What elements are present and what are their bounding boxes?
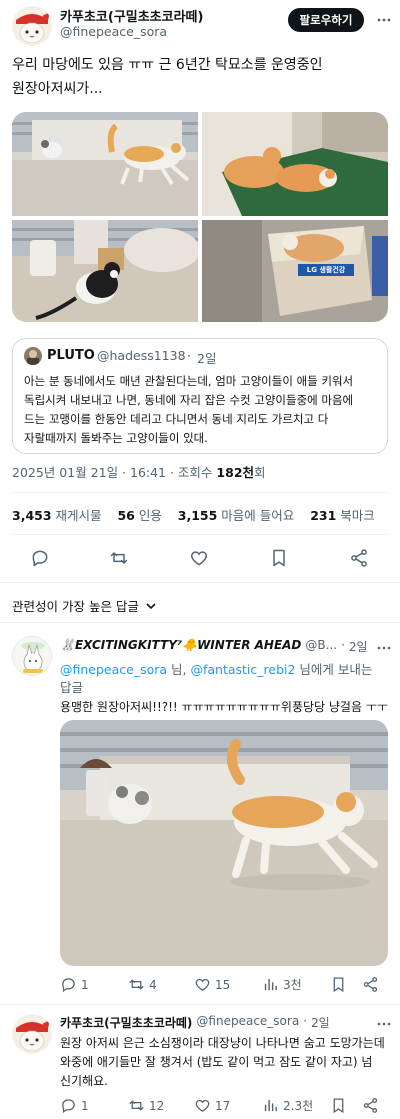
quote-text-line: 아는 분 동네에서도 매년 관찰된다는데, 엄마 고양이들이 애들 키워서 bbox=[24, 374, 354, 388]
author-name[interactable]: 카푸초코(구밀초초코라떼) bbox=[60, 6, 203, 25]
quote-tweet-card[interactable]: PLUTO @hadess1138 · 2일 아는 분 동네에서도 매년 관찰된… bbox=[12, 338, 388, 454]
reply2-avatar[interactable] bbox=[12, 1014, 52, 1054]
photo-cat-walking[interactable] bbox=[12, 112, 198, 216]
reply-icon bbox=[60, 976, 77, 993]
reply2-header: 카푸초코(구밀초초코라떼) @finepeace_sora · 2일 bbox=[60, 1014, 330, 1031]
photo-bw-cat[interactable] bbox=[12, 220, 198, 322]
reply2-separator: · bbox=[303, 1014, 308, 1028]
stat-reposts[interactable]: 3,453 재게시물 bbox=[12, 508, 102, 523]
reply2-retweet-action[interactable]: 12 bbox=[128, 1097, 164, 1114]
quote-text-line: 독립시켜 내보내고 나면, 동네에 자리 잡은 수컷 고양이들중에 마음에 bbox=[24, 393, 354, 407]
reply-icon[interactable] bbox=[30, 548, 50, 568]
view-count: 182천 bbox=[216, 465, 255, 480]
reply1-time: 2일 bbox=[348, 640, 368, 654]
reply1-author-handle[interactable]: @B... bbox=[305, 638, 337, 655]
reply2-reply-action[interactable]: 1 bbox=[60, 1097, 89, 1114]
reply1-more-icon[interactable] bbox=[376, 640, 392, 656]
views-chart-icon bbox=[262, 976, 279, 993]
reply1-replying-to: @finepeace_sora 님, @fantastic_rebi2 님에게 … bbox=[60, 662, 373, 677]
quote-avatar bbox=[24, 347, 42, 365]
reply-icon bbox=[60, 1097, 77, 1114]
reply1-mention-1[interactable]: @finepeace_sora bbox=[60, 662, 167, 677]
reply1-avatar[interactable] bbox=[12, 636, 52, 676]
reply2-bookmark-icon[interactable] bbox=[330, 1097, 347, 1114]
stat-likes[interactable]: 3,155 마음에 들어요 bbox=[178, 508, 295, 523]
timestamp-text: 2025년 01월 21일 · 16:41 · 조회수 bbox=[12, 465, 213, 480]
retweet-icon[interactable] bbox=[109, 548, 129, 568]
reply2-text-line: 신기해요. bbox=[60, 1074, 108, 1088]
reply1-like-action[interactable]: 15 bbox=[194, 976, 230, 993]
quote-author-name: PLUTO bbox=[47, 348, 95, 363]
reply1-views-action[interactable]: 3천 bbox=[262, 976, 302, 993]
quote-separator: · bbox=[187, 348, 191, 363]
bookmark-icon[interactable] bbox=[269, 548, 289, 568]
tweet-text-line-2: 원장아저씨가... bbox=[12, 81, 103, 97]
stat-bookmarks[interactable]: 231 북마크 bbox=[310, 508, 375, 523]
retweet-icon bbox=[128, 976, 145, 993]
divider bbox=[12, 492, 388, 493]
divider bbox=[0, 1004, 400, 1005]
stats-row: 3,453 재게시물 56 인용 3,155 마음에 들어요 231 북마크 bbox=[12, 505, 375, 524]
reply2-time: 2일 bbox=[311, 1016, 330, 1030]
reply2-share-icon[interactable] bbox=[362, 1097, 379, 1114]
views-chart-icon bbox=[262, 1097, 279, 1114]
retweet-icon bbox=[128, 1097, 145, 1114]
reply2-like-action[interactable]: 17 bbox=[194, 1097, 230, 1114]
photo-cats-on-mat[interactable] bbox=[202, 112, 388, 216]
like-icon[interactable] bbox=[189, 548, 209, 568]
reply2-text-line: 원장 아저씨 은근 소심쟁이라 대장냥이 나타나면 숨고 도망가는데 bbox=[60, 1036, 385, 1050]
reply1-reply-action[interactable]: 1 bbox=[60, 976, 89, 993]
photo-grid: LG 생활건강 bbox=[12, 112, 388, 322]
reply1-author-name[interactable]: 🐰EXCITINGKITTY⁷🐥WINTER AHEAD bbox=[60, 638, 301, 655]
reply-sort-label: 관련성이 가장 높은 답글 bbox=[12, 599, 139, 614]
follow-button[interactable]: 팔로우하기 bbox=[288, 8, 364, 32]
stat-quotes[interactable]: 56 인용 bbox=[117, 508, 161, 523]
divider bbox=[12, 534, 388, 535]
quote-text-line: 드는 꼬맹이를 한동안 데리고 다니면서 동네 지리도 가르치고 다 bbox=[24, 412, 329, 426]
chevron-down-icon bbox=[145, 600, 157, 612]
reply2-views-action[interactable]: 2.3천 bbox=[262, 1097, 313, 1114]
like-icon bbox=[194, 976, 211, 993]
reply1-bookmark-icon[interactable] bbox=[330, 976, 347, 993]
view-suffix: 회 bbox=[254, 465, 266, 480]
reply1-text: 용맹한 원장아저씨!!?!! ㅠㅠㅠㅠㅠㅠㅠㅠㅠ위풍당당 냥걸음 ㅜㅜ bbox=[60, 700, 388, 714]
reply2-more-icon[interactable] bbox=[376, 1016, 392, 1032]
reply1-header: 🐰EXCITINGKITTY⁷🐥WINTER AHEAD @B... · 2일 bbox=[60, 638, 368, 655]
reply1-replying-line2: 답글 bbox=[60, 680, 84, 695]
tweet-timestamp[interactable]: 2025년 01월 21일 · 16:41 · 조회수 182천회 bbox=[12, 462, 266, 481]
box-label: LG 생활건강 bbox=[306, 266, 346, 274]
photo-cat-in-box[interactable]: LG 생활건강 bbox=[202, 220, 388, 322]
quote-text-line: 자랄때까지 돌봐주는 고양이들이 있대. bbox=[24, 431, 208, 445]
divider bbox=[0, 582, 400, 583]
like-icon bbox=[194, 1097, 211, 1114]
reply1-separator: · bbox=[341, 638, 345, 652]
reply1-retweet-action[interactable]: 4 bbox=[128, 976, 157, 993]
quote-author-handle: @hadess1138 bbox=[97, 348, 186, 363]
reply1-mention-2[interactable]: @fantastic_rebi2 bbox=[190, 662, 295, 677]
reply2-author-handle[interactable]: @finepeace_sora bbox=[196, 1014, 299, 1031]
reply1-photo[interactable] bbox=[60, 720, 388, 966]
reply-sort-dropdown[interactable]: 관련성이 가장 높은 답글 bbox=[12, 596, 157, 615]
reply1-share-icon[interactable] bbox=[362, 976, 379, 993]
share-icon[interactable] bbox=[349, 548, 369, 568]
author-handle[interactable]: @finepeace_sora bbox=[60, 24, 167, 39]
reply2-text-line: 와중에 애기들만 잘 챙겨서 (밥도 같이 먹고 잠도 같이 자고) 넘 bbox=[60, 1055, 373, 1069]
reply2-author-name[interactable]: 카푸초코(구밀초초코라떼) bbox=[60, 1014, 192, 1031]
more-icon[interactable] bbox=[376, 12, 392, 28]
author-avatar[interactable] bbox=[12, 6, 52, 46]
tweet-text-line-1: 우리 마당에도 있음 ㅠㅠ 근 6년간 탁묘소를 운영중인 bbox=[12, 57, 323, 73]
divider bbox=[0, 622, 400, 623]
quote-time: 2일 bbox=[197, 351, 217, 366]
